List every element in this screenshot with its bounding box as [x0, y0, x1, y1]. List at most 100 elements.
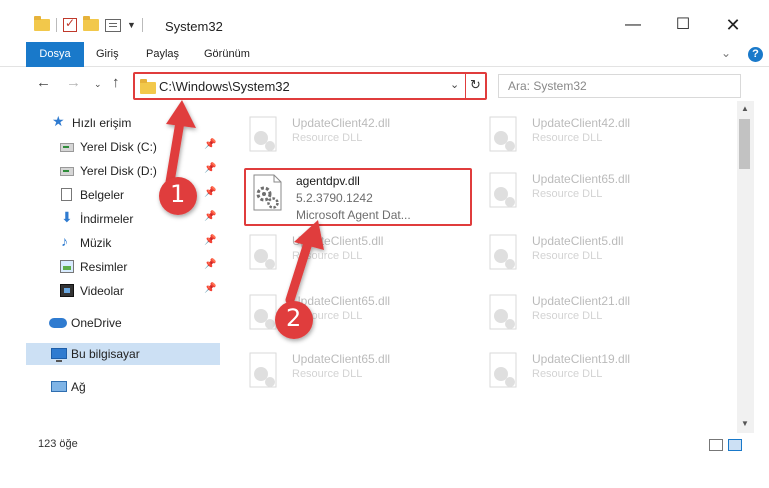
file-item[interactable]: UpdateClient42.dll Resource DLL — [486, 114, 716, 164]
pin-icon[interactable]: 📌 — [204, 163, 216, 174]
address-path[interactable]: C:\Windows\System32 — [159, 79, 290, 94]
drive-icon — [60, 167, 74, 176]
file-name: UpdateClient21.dll — [532, 294, 631, 308]
customize-toolbar-chevron-icon[interactable]: ▼ — [127, 20, 136, 30]
network-icon — [51, 381, 67, 392]
file-type: Resource DLL — [532, 368, 603, 380]
new-folder-icon[interactable] — [83, 16, 99, 31]
sidebar-item-pictures[interactable]: Resimler 📌 — [26, 256, 220, 278]
sidebar-item-this-pc[interactable]: Bu bilgisayar — [26, 343, 220, 365]
file-name: UpdateClient65.dll — [532, 172, 631, 186]
close-icon[interactable]: ✕ — [710, 10, 756, 40]
file-type: Resource DLL — [292, 250, 363, 262]
sidebar-item-music[interactable]: ♪ Müzik 📌 — [26, 232, 220, 254]
file-item[interactable]: UpdateClient5.dll Resource DLL — [486, 232, 716, 282]
minimize-icon[interactable]: — — [610, 10, 656, 40]
toolbar-divider — [141, 18, 143, 32]
pin-icon[interactable]: 📌 — [204, 211, 216, 222]
back-arrow-icon[interactable]: ← — [36, 74, 51, 91]
sidebar-item-label: Belgeler — [80, 188, 125, 202]
forward-arrow-icon[interactable]: → — [66, 74, 81, 91]
sidebar-item-downloads[interactable]: ⬇ İndirmeler 📌 — [26, 208, 220, 230]
sidebar-item-label: Hızlı erişim — [72, 116, 132, 130]
folder-icon — [140, 79, 156, 94]
refresh-icon[interactable]: ↻ — [470, 77, 481, 93]
maximize-icon[interactable]: ☐ — [660, 10, 706, 40]
documents-icon — [61, 188, 72, 201]
dll-file-icon — [489, 172, 517, 208]
step-2-number: 2 — [286, 304, 302, 332]
vertical-scrollbar[interactable]: ▲ ▼ — [737, 101, 754, 433]
sidebar-item-disk-d[interactable]: Yerel Disk (D:) 📌 — [26, 160, 220, 182]
file-description: Microsoft Agent Dat... — [296, 208, 411, 222]
search-placeholder: Ara: System32 — [508, 79, 587, 93]
file-name: UpdateClient65.dll — [292, 352, 391, 366]
expand-ribbon-chevron-icon[interactable]: ⌄ — [721, 46, 731, 60]
pin-icon[interactable]: 📌 — [204, 235, 216, 246]
recent-locations-chevron-icon[interactable]: ⌄ — [94, 79, 102, 90]
sidebar-item-label: Resimler — [80, 260, 128, 274]
sidebar-item-label: OneDrive — [71, 316, 122, 330]
sidebar-item-label: Müzik — [80, 236, 112, 250]
file-type: Resource DLL — [532, 132, 603, 144]
tab-share[interactable]: Paylaş — [146, 42, 179, 67]
sidebar-item-label: Yerel Disk (C:) — [80, 140, 157, 154]
details-view-icon[interactable] — [709, 439, 723, 451]
tab-file[interactable]: Dosya — [26, 42, 84, 67]
scroll-up-icon[interactable]: ▲ — [741, 104, 749, 113]
file-item[interactable]: UpdateClient42.dll Resource DLL — [246, 114, 476, 164]
sidebar-item-label: İndirmeler — [80, 212, 134, 226]
address-dropdown-chevron-icon[interactable]: ⌄ — [450, 78, 459, 91]
sidebar-item-label: Bu bilgisayar — [71, 347, 140, 361]
file-type: Resource DLL — [532, 310, 603, 322]
dll-gear-file-icon — [253, 174, 282, 211]
sidebar-item-onedrive[interactable]: OneDrive — [26, 312, 220, 334]
tab-view[interactable]: Görünüm — [204, 42, 250, 67]
sidebar-item-label: Ağ — [71, 380, 86, 394]
sidebar-item-documents[interactable]: Belgeler 📌 — [26, 184, 220, 206]
address-bar[interactable]: C:\Windows\System32 ⌄ ↻ — [133, 72, 487, 100]
window-title: System32 — [165, 19, 223, 34]
file-item[interactable]: UpdateClient21.dll Resource DLL — [486, 292, 716, 342]
help-icon[interactable]: ? — [748, 47, 763, 62]
search-input[interactable]: Ara: System32 — [498, 74, 741, 98]
file-item[interactable]: UpdateClient65.dll Resource DLL — [246, 292, 476, 342]
file-item[interactable]: UpdateClient5.dll Resource DLL — [246, 232, 476, 282]
pin-icon[interactable]: 📌 — [204, 259, 216, 270]
file-version: 5.2.3790.1242 — [296, 191, 373, 205]
file-item[interactable]: UpdateClient65.dll Resource DLL — [486, 170, 716, 220]
pin-icon[interactable]: 📌 — [204, 139, 216, 150]
file-type: Resource DLL — [292, 310, 363, 322]
pin-icon[interactable]: 📌 — [204, 283, 216, 294]
dll-file-icon — [489, 294, 517, 330]
tab-home[interactable]: Giriş — [96, 42, 119, 67]
file-type: Resource DLL — [532, 250, 603, 262]
properties-check-icon[interactable] — [63, 16, 77, 32]
view-properties-icon[interactable] — [105, 18, 121, 32]
pin-icon[interactable]: 📌 — [204, 187, 216, 198]
highlighted-file-box: agentdpv.dll 5.2.3790.1242 Microsoft Age… — [244, 168, 472, 226]
toolbar-divider — [56, 18, 57, 32]
item-count: 123 öğe — [38, 438, 78, 450]
file-item-agentdpv[interactable]: agentdpv.dll 5.2.3790.1242 Microsoft Age… — [250, 172, 480, 222]
dll-file-icon — [249, 352, 277, 388]
scroll-down-icon[interactable]: ▼ — [741, 419, 749, 428]
dll-file-icon — [249, 294, 277, 330]
cloud-icon — [49, 318, 67, 328]
file-item[interactable]: UpdateClient19.dll Resource DLL — [486, 350, 716, 400]
address-divider — [465, 74, 466, 98]
sidebar-item-videos[interactable]: Videolar 📌 — [26, 280, 220, 302]
file-type: Resource DLL — [292, 132, 363, 144]
sidebar-item-network[interactable]: Ağ — [26, 376, 220, 398]
sidebar-item-disk-c[interactable]: Yerel Disk (C:) 📌 — [26, 136, 220, 158]
dll-file-icon — [489, 234, 517, 270]
file-type: Resource DLL — [532, 188, 603, 200]
file-item[interactable]: UpdateClient65.dll Resource DLL — [246, 350, 476, 400]
status-bar: 123 öğe — [0, 435, 769, 456]
file-name: UpdateClient65.dll — [292, 294, 391, 308]
pictures-icon — [60, 260, 74, 273]
sidebar-item-quick-access[interactable]: ★ Hızlı erişim — [26, 112, 220, 134]
up-arrow-icon[interactable]: ↑ — [112, 74, 120, 91]
large-icons-view-icon[interactable] — [728, 439, 742, 451]
scrollbar-thumb[interactable] — [739, 119, 750, 169]
